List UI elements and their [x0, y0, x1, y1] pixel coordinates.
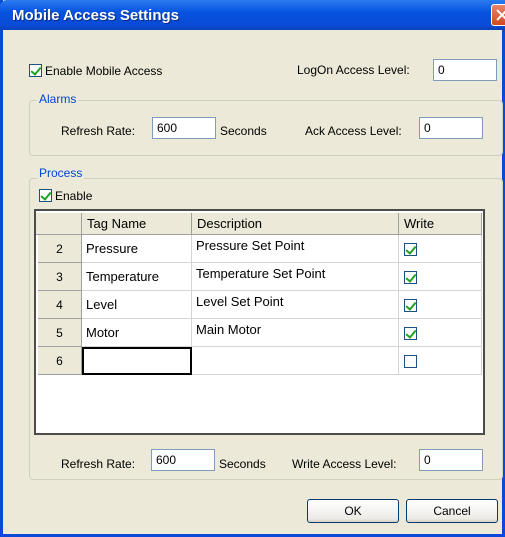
window-title: Mobile Access Settings [12, 7, 179, 24]
write-checkbox[interactable] [404, 299, 417, 312]
row-number[interactable]: 2 [38, 235, 82, 263]
logon-access-level-label: LogOn Access Level: [297, 63, 410, 77]
write-cell [399, 291, 482, 319]
enable-mobile-access-label: Enable Mobile Access [45, 64, 163, 78]
write-checkbox[interactable] [404, 327, 417, 340]
process-seconds-label: Seconds [219, 457, 266, 471]
alarms-seconds-label: Seconds [220, 124, 267, 138]
tag-name-cell[interactable]: Pressure [82, 235, 192, 263]
ok-button[interactable]: OK [307, 499, 399, 523]
row-number[interactable]: 4 [38, 291, 82, 319]
alarms-refresh-rate-input[interactable]: 600 [152, 117, 216, 139]
row-number[interactable]: 6 [38, 347, 82, 375]
tag-name-cell[interactable]: Temperature [82, 263, 192, 291]
write-cell [399, 235, 482, 263]
process-enable-label: Enable [55, 189, 93, 203]
tag-name-cell-active[interactable] [82, 347, 192, 375]
write-cell [399, 319, 482, 347]
alarms-group-title: Alarms [37, 92, 79, 106]
process-tag-grid: Tag Name Description Write 2 Pressure Pr… [34, 209, 485, 435]
column-header-description[interactable]: Description [192, 213, 399, 235]
process-enable-checkbox[interactable] [39, 189, 52, 202]
column-header-tag-name[interactable]: Tag Name [82, 213, 192, 235]
logon-access-level-input[interactable]: 0 [433, 59, 497, 81]
tag-name-cell[interactable]: Level [82, 291, 192, 319]
write-access-level-label: Write Access Level: [292, 457, 397, 471]
enable-mobile-access-checkbox[interactable] [29, 64, 42, 77]
description-cell[interactable]: Temperature Set Point [192, 263, 399, 291]
write-checkbox[interactable] [404, 271, 417, 284]
cancel-button[interactable]: Cancel [406, 499, 498, 523]
description-cell[interactable]: Main Motor [192, 319, 399, 347]
alarms-refresh-rate-label: Refresh Rate: [61, 124, 136, 138]
description-cell[interactable]: Pressure Set Point [192, 235, 399, 263]
write-checkbox[interactable] [404, 243, 417, 256]
write-access-level-input[interactable]: 0 [419, 449, 483, 471]
title-bar[interactable]: Mobile Access Settings [0, 0, 505, 30]
write-cell [399, 347, 482, 375]
grid-corner-header [36, 213, 82, 235]
ack-access-level-label: Ack Access Level: [305, 124, 402, 138]
process-refresh-rate-input[interactable]: 600 [151, 449, 215, 471]
column-header-write[interactable]: Write [399, 213, 482, 235]
write-cell [399, 263, 482, 291]
tag-name-cell[interactable]: Motor [82, 319, 192, 347]
process-refresh-rate-label: Refresh Rate: [61, 457, 136, 471]
close-icon[interactable] [491, 4, 505, 26]
description-cell[interactable] [192, 347, 399, 375]
row-number[interactable]: 3 [38, 263, 82, 291]
process-group-title: Process [37, 166, 85, 180]
row-number[interactable]: 5 [38, 319, 82, 347]
write-checkbox[interactable] [404, 355, 417, 368]
description-cell[interactable]: Level Set Point [192, 291, 399, 319]
ack-access-level-input[interactable]: 0 [419, 117, 483, 139]
